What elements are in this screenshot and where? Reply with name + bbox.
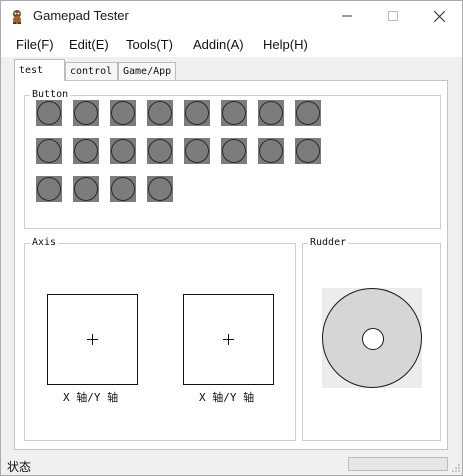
gamepad-button-2	[73, 100, 99, 126]
gamepad-button-indicator	[37, 101, 61, 125]
gamepad-button-indicator	[37, 177, 61, 201]
rudder-group: Rudder	[302, 237, 441, 441]
status-bar: 状态	[1, 453, 462, 475]
gamepad-button-16	[295, 138, 321, 164]
minimize-icon	[342, 15, 352, 17]
gamepad-button-indicator	[185, 101, 209, 125]
gamepad-button-20	[147, 176, 173, 202]
rudder-indicator	[362, 328, 384, 350]
menu-help[interactable]: Help(H)	[263, 37, 308, 52]
tab-label: Game/App	[123, 66, 172, 77]
gamepad-button-indicator	[222, 101, 246, 125]
maximize-icon	[388, 11, 398, 21]
gamepad-button-10	[73, 138, 99, 164]
axis-1-label: X 轴/Y 轴	[63, 391, 119, 404]
tab-label: test	[19, 65, 44, 76]
gamepad-button-3	[110, 100, 136, 126]
axis-2-label: X 轴/Y 轴	[199, 391, 255, 404]
menu-tools[interactable]: Tools(T)	[126, 37, 173, 52]
tab-test[interactable]: test	[14, 59, 65, 81]
gamepad-button-indicator	[148, 139, 172, 163]
rudder-disc	[322, 288, 422, 388]
menu-edit[interactable]: Edit(E)	[69, 37, 109, 52]
gamepad-button-5	[184, 100, 210, 126]
axis-2-crosshair-v	[228, 334, 229, 345]
rudder-display	[322, 288, 422, 388]
close-icon	[433, 10, 445, 22]
gamepad-button-4	[147, 100, 173, 126]
rudder-group-label: Rudder	[308, 237, 349, 249]
gamepad-button-12	[147, 138, 173, 164]
tab-label: control	[70, 66, 113, 77]
status-text: 状态	[7, 460, 32, 474]
menu-addin[interactable]: Addin(A)	[193, 37, 244, 52]
gamepad-button-indicator	[296, 139, 320, 163]
gamepad-button-indicator	[296, 101, 320, 125]
gamepad-button-13	[184, 138, 210, 164]
close-button[interactable]	[416, 1, 462, 31]
gamepad-button-indicator	[111, 101, 135, 125]
tab-game-app[interactable]: Game/App	[118, 62, 176, 80]
tab-control[interactable]: control	[65, 62, 118, 80]
axis-2-box	[183, 294, 274, 385]
gamepad-mascot-icon	[13, 10, 21, 24]
tab-strip: test control Game/App	[1, 59, 462, 81]
window-title: Gamepad Tester	[33, 8, 129, 23]
gamepad-button-indicator	[185, 139, 209, 163]
axis-1-crosshair-v	[92, 334, 93, 345]
tab-panel-test: Button Axis X 轴/Y 轴 X 轴/Y 轴 Rudder	[14, 80, 448, 450]
axis-1-box	[47, 294, 138, 385]
gamepad-button-18	[73, 176, 99, 202]
gamepad-button-6	[221, 100, 247, 126]
menu-file[interactable]: File(F)	[16, 37, 54, 52]
gamepad-button-15	[258, 138, 284, 164]
gamepad-button-indicator	[148, 101, 172, 125]
gamepad-button-indicator	[111, 177, 135, 201]
gamepad-button-8	[295, 100, 321, 126]
gamepad-button-11	[110, 138, 136, 164]
gamepad-button-indicator	[259, 101, 283, 125]
gamepad-button-1	[36, 100, 62, 126]
axis-group: Axis X 轴/Y 轴 X 轴/Y 轴	[24, 237, 296, 441]
gamepad-button-9	[36, 138, 62, 164]
gamepad-button-7	[258, 100, 284, 126]
resize-grip-icon[interactable]	[451, 463, 461, 473]
gamepad-button-indicator	[74, 101, 98, 125]
gamepad-button-indicator	[148, 177, 172, 201]
gamepad-button-indicator	[74, 177, 98, 201]
gamepad-button-14	[221, 138, 247, 164]
gamepad-button-indicator	[37, 139, 61, 163]
app-window: Gamepad Tester File(F) Edit(E) Tools(T) …	[0, 0, 463, 476]
maximize-button[interactable]	[370, 1, 416, 31]
gamepad-button-indicator	[222, 139, 246, 163]
gamepad-button-indicator	[74, 139, 98, 163]
gamepad-button-indicator	[259, 139, 283, 163]
status-progress-bar	[348, 457, 448, 471]
gamepad-button-19	[110, 176, 136, 202]
gamepad-button-indicator	[111, 139, 135, 163]
title-bar[interactable]: Gamepad Tester	[1, 1, 462, 33]
gamepad-button-17	[36, 176, 62, 202]
button-group: Button	[24, 89, 441, 229]
axis-group-label: Axis	[30, 237, 59, 249]
minimize-button[interactable]	[324, 1, 370, 31]
menu-bar: File(F) Edit(E) Tools(T) Addin(A) Help(H…	[1, 33, 462, 57]
